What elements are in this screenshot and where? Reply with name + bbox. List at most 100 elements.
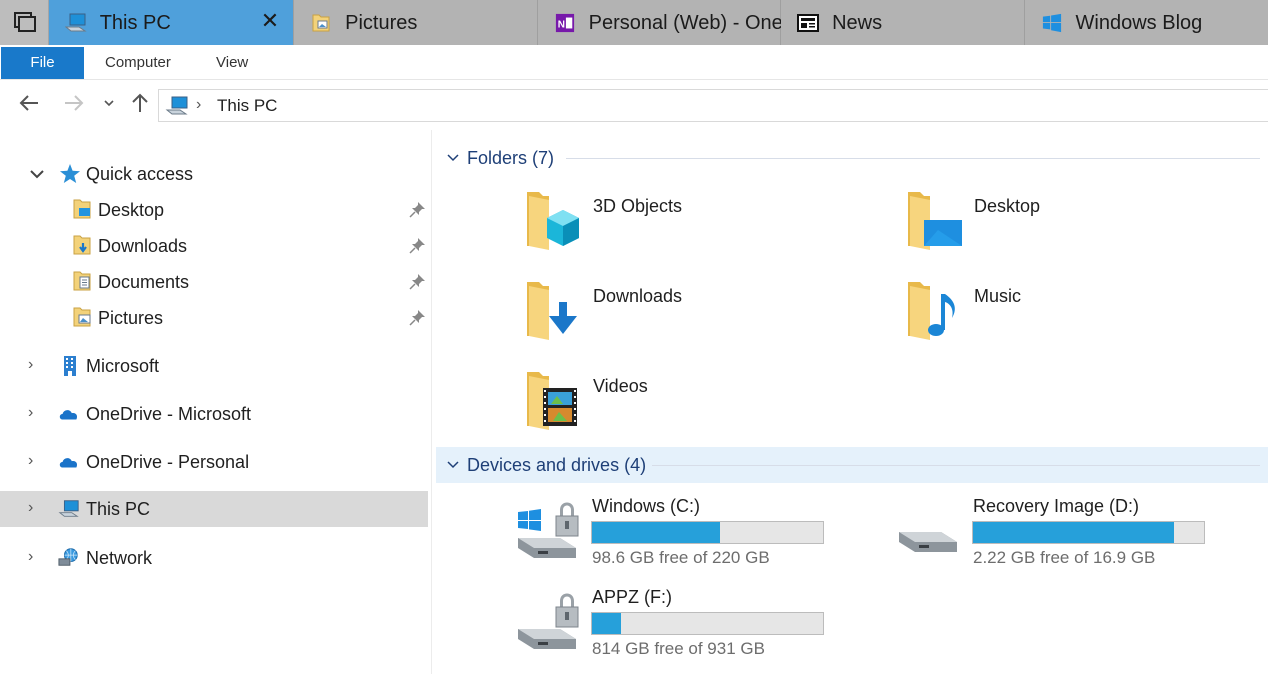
chevron-down-icon	[447, 154, 459, 162]
folder-name: 3D Objects	[593, 196, 683, 216]
music-folder-icon	[908, 282, 955, 340]
folder-tile-3d-objects[interactable]: 3D Objects	[525, 188, 885, 258]
drive-tile-c[interactable]: Windows (C:) 98.6 GB free of 220 GB	[516, 492, 836, 572]
forward-arrow-icon	[65, 95, 84, 111]
nav-item-documents[interactable]: Documents	[0, 264, 428, 300]
up-arrow-icon	[132, 93, 148, 112]
nav-item-label: This PC	[86, 499, 151, 519]
drive-free-space: 814 GB free of 931 GB	[592, 639, 765, 658]
nav-item-network[interactable]: › Network	[0, 540, 428, 576]
folder-name: Videos	[593, 376, 648, 396]
nav-item-downloads[interactable]: Downloads	[0, 228, 428, 264]
nav-item-pictures[interactable]: Pictures	[0, 300, 428, 336]
desktop-folder-icon	[73, 199, 91, 219]
chevron-right-icon[interactable]: ›	[28, 452, 33, 470]
group-divider	[652, 465, 1260, 466]
task-view-icon-front	[18, 16, 36, 32]
folder-tile-downloads[interactable]: Downloads	[525, 278, 885, 348]
news-icon	[797, 14, 820, 32]
nav-item-onedrive-personal[interactable]: › OneDrive - Personal	[0, 444, 428, 480]
drive-free-space: 98.6 GB free of 220 GB	[592, 548, 770, 567]
group-divider	[566, 158, 1260, 159]
onedrive-icon	[59, 458, 78, 468]
ribbon-tab-computer[interactable]: Computer	[105, 54, 171, 71]
network-icon	[58, 548, 78, 566]
tab-onenote[interactable]: N Personal (Web) - One	[537, 0, 783, 45]
group-title: Folders (7)	[467, 148, 555, 168]
nav-item-label: Microsoft	[86, 356, 160, 376]
tab-news[interactable]: News	[781, 0, 1025, 45]
nav-item-this-pc[interactable]: › This PC	[0, 491, 428, 527]
address-bar[interactable]: › This PC	[158, 89, 1268, 122]
drive-tile-f[interactable]: APPZ (F:) 814 GB free of 931 GB	[516, 583, 836, 663]
nav-item-onedrive-microsoft[interactable]: › OneDrive - Microsoft	[0, 396, 428, 432]
recent-locations-button[interactable]	[102, 92, 116, 119]
nav-item-quick-access[interactable]: Quick access	[0, 156, 428, 192]
nav-item-desktop[interactable]: Desktop	[0, 192, 428, 228]
folder-tile-music[interactable]: Music	[906, 278, 1266, 348]
drive-free-space: 2.22 GB free of 16.9 GB	[973, 548, 1156, 567]
breadcrumb-this-pc[interactable]: This PC	[217, 96, 277, 116]
folder-name: Downloads	[593, 286, 683, 306]
ribbon-tab-file[interactable]: File	[1, 47, 84, 79]
chevron-down-icon[interactable]	[29, 166, 45, 182]
folder-name: Desktop	[974, 196, 1041, 216]
task-view-button[interactable]	[0, 0, 49, 45]
desktop-folder-icon	[908, 192, 962, 250]
tab-label: This PC	[99, 12, 171, 34]
tab-label: Personal (Web) - One	[588, 12, 783, 34]
computer-icon	[165, 96, 188, 115]
forward-button[interactable]	[63, 92, 85, 119]
3d-objects-folder-icon	[527, 192, 579, 250]
folder-tile-videos[interactable]: Videos	[525, 368, 885, 438]
back-button[interactable]	[18, 92, 40, 119]
computer-icon	[64, 13, 87, 32]
pin-icon[interactable]	[408, 237, 426, 255]
chevron-right-icon[interactable]: ›	[28, 356, 33, 374]
drive-name: APPZ (F:)	[592, 587, 672, 607]
nav-item-microsoft[interactable]: › Microsoft	[0, 348, 428, 384]
chevron-right-icon[interactable]: ›	[28, 499, 33, 517]
drive-usage-fill	[973, 522, 1174, 543]
drive-usage-fill	[592, 613, 622, 634]
tab-windows-blog[interactable]: Windows Blog	[1024, 0, 1268, 45]
nav-item-label: Network	[86, 548, 153, 568]
nav-item-label: Pictures	[98, 308, 164, 328]
navigation-pane: Quick access Desktop Downloads Documents	[0, 130, 432, 674]
chevron-right-icon[interactable]: ›	[28, 404, 33, 422]
drive-usage-bar	[972, 521, 1205, 544]
pictures-folder-icon	[312, 14, 330, 32]
ribbon-tab-view[interactable]: View	[216, 54, 248, 71]
breadcrumb-chevron-icon[interactable]: ›	[196, 96, 201, 114]
videos-folder-icon	[527, 372, 577, 430]
group-header-devices-and-drives[interactable]: Devices and drives (4)	[436, 447, 1268, 483]
tab-label: Windows Blog	[1075, 12, 1203, 34]
building-icon	[64, 356, 76, 376]
back-arrow-icon	[19, 95, 38, 111]
up-button[interactable]	[129, 92, 151, 119]
tab-pictures[interactable]: Pictures	[294, 0, 538, 45]
group-header-folders[interactable]: Folders (7)	[436, 140, 1268, 176]
folder-name: Music	[974, 286, 1022, 306]
close-tab-icon[interactable]: ✕	[261, 10, 279, 32]
tab-this-pc[interactable]: This PC ✕	[48, 0, 295, 45]
pin-icon[interactable]	[408, 201, 426, 219]
onenote-icon: N	[555, 13, 574, 33]
chevron-right-icon[interactable]: ›	[28, 548, 33, 566]
locked-drive-icon	[518, 593, 579, 649]
downloads-folder-icon	[527, 282, 577, 340]
downloads-folder-icon	[73, 235, 91, 255]
folder-tile-desktop[interactable]: Desktop	[906, 188, 1266, 258]
chevron-down-icon	[104, 100, 114, 107]
nav-item-label: OneDrive - Microsoft	[86, 404, 252, 424]
pin-icon[interactable]	[408, 309, 426, 327]
drive-usage-fill	[592, 522, 720, 543]
tab-bar: This PC ✕ Pictures N Personal (Web) - On…	[0, 0, 1268, 45]
documents-folder-icon	[73, 271, 91, 291]
drive-usage-bar	[591, 612, 824, 635]
drive-tile-d[interactable]: Recovery Image (D:) 2.22 GB free of 16.9…	[897, 492, 1217, 572]
nav-item-label: Documents	[98, 272, 190, 292]
navigation-bar: › This PC	[0, 80, 1268, 130]
pin-icon[interactable]	[408, 273, 426, 291]
star-icon	[60, 164, 80, 183]
